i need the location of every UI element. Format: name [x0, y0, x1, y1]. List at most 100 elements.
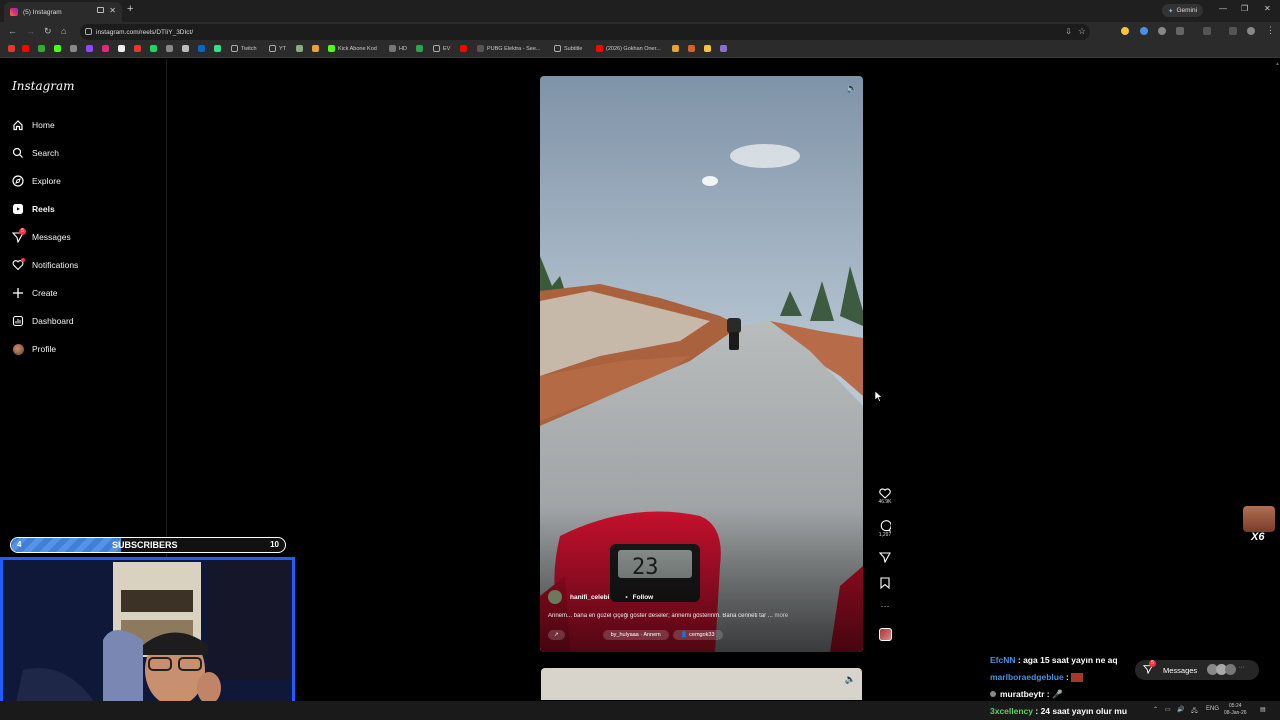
audio-track[interactable]: by_hulyaaa · Annem: [602, 630, 669, 640]
bookmark-gokhan[interactable]: (2026) Gokhan Oner...: [596, 45, 661, 52]
messages-pill[interactable]: 5 Messages ···: [1135, 660, 1259, 680]
network-icon[interactable]: 🖧: [1191, 706, 1198, 716]
x-bookmark-icon[interactable]: [118, 45, 128, 52]
tray-chevron-icon[interactable]: ⌃: [1153, 706, 1158, 713]
nav-search[interactable]: Search: [12, 145, 59, 161]
bookmark-icon[interactable]: [296, 45, 306, 52]
bookmark-icon[interactable]: [688, 45, 698, 52]
language-indicator[interactable]: ENG: [1206, 706, 1219, 712]
downloads-icon[interactable]: [1229, 27, 1237, 35]
speaker-icon[interactable]: 🔈: [846, 83, 857, 94]
extension-icon[interactable]: [1121, 27, 1129, 35]
next-reel-preview[interactable]: 🔈: [541, 668, 862, 700]
bookmark-hd[interactable]: HD: [389, 45, 407, 52]
reload-icon[interactable]: ↻: [44, 26, 52, 37]
profile-avatar-icon[interactable]: [1247, 27, 1255, 35]
bookmark-yt[interactable]: YT: [269, 45, 286, 52]
bookmarks-bar: Twitch YT Kick Abone Kod HD EV PUBG Elek…: [0, 42, 1280, 58]
bookmark-icon[interactable]: [70, 45, 80, 52]
menu-icon[interactable]: ⋮: [1266, 25, 1275, 36]
like-action[interactable]: 46.9K: [876, 488, 894, 505]
minimize-icon[interactable]: —: [1219, 4, 1227, 13]
site-info-icon[interactable]: [85, 28, 92, 35]
tab-audio-icon[interactable]: [97, 7, 104, 13]
clock[interactable]: 05:24 08-Jan-26: [1224, 703, 1247, 717]
audio-pill[interactable]: ↗: [548, 630, 565, 640]
notification-center-icon[interactable]: ▤: [1260, 706, 1266, 713]
chat-message: marlboraedgeblue :: [990, 672, 1084, 683]
bookmark-icon[interactable]: [416, 45, 426, 52]
extension-icon[interactable]: [1158, 27, 1166, 35]
bookmark-star-icon[interactable]: ☆: [1078, 26, 1086, 37]
nav-notifications[interactable]: Notifications: [12, 257, 78, 273]
instagram-bookmark-icon[interactable]: [102, 45, 112, 52]
forward-icon[interactable]: →: [26, 26, 35, 36]
bookmark-icon[interactable]: [8, 45, 18, 52]
scrollbar-up[interactable]: ▲: [1275, 61, 1280, 69]
nav-reels[interactable]: Reels: [12, 201, 55, 217]
extension-icon[interactable]: [1140, 27, 1148, 35]
bookmark-ev[interactable]: EV: [433, 45, 450, 52]
share-action[interactable]: [876, 552, 894, 563]
sidebar-icon[interactable]: [1203, 27, 1211, 35]
bookmark-icon[interactable]: [312, 45, 322, 52]
author-username[interactable]: hanifi_celebi: [570, 594, 609, 601]
follow-button[interactable]: Follow: [633, 594, 654, 601]
gemini-label: Gemini: [1176, 7, 1198, 14]
more-options-icon[interactable]: ···: [876, 601, 894, 611]
nav-profile[interactable]: Profile: [12, 341, 56, 357]
bookmark-twitch[interactable]: Twitch: [231, 45, 257, 52]
android-bookmark-icon[interactable]: [214, 45, 224, 52]
chat-message: 3xcellency : 24 saat yayın olur mu: [990, 706, 1128, 716]
install-icon[interactable]: ⇩: [1065, 27, 1072, 36]
comment-action[interactable]: 1,297: [876, 520, 894, 538]
tagged-user-pill[interactable]: 👤 cemgok33: [672, 630, 723, 640]
comment-icon: [880, 520, 891, 532]
save-action[interactable]: [876, 577, 894, 589]
linkedin-bookmark-icon[interactable]: [198, 45, 208, 52]
audio-thumbnail[interactable]: [876, 628, 894, 641]
url-bar[interactable]: instagram.com/reels/DTIiY_3DIct/ ⇩ ☆: [80, 24, 1090, 40]
messages-badge: 5: [19, 228, 26, 235]
bookmark-icon[interactable]: [720, 45, 730, 52]
instagram-logo[interactable]: Instagram: [12, 79, 75, 93]
avatar-icon: [12, 343, 24, 355]
gemini-button[interactable]: ✦ Gemini: [1162, 4, 1204, 17]
bookmark-icon[interactable]: [460, 45, 470, 52]
nav-home[interactable]: Home: [12, 117, 55, 133]
bookmark-icon[interactable]: [86, 45, 96, 52]
bookmark-icon[interactable]: [704, 45, 714, 52]
back-icon[interactable]: ←: [8, 26, 17, 36]
bookmark-icon[interactable]: [22, 45, 32, 52]
extensions-puzzle-icon[interactable]: [1176, 27, 1184, 35]
bookmark-pubg[interactable]: PUBG Elektra - See...: [477, 45, 541, 52]
bookmark-icon[interactable]: [166, 45, 176, 52]
clock-date: 08-Jan-26: [1224, 710, 1247, 716]
close-tab-icon[interactable]: ✕: [109, 6, 116, 15]
tumblr-bookmark-icon[interactable]: [134, 45, 144, 52]
author-avatar[interactable]: [548, 590, 562, 604]
reel-video[interactable]: 23 🔈 hanifi_celebi • Follow Annem... ban…: [540, 76, 863, 652]
bookmark-kick[interactable]: Kick Abone Kod: [328, 45, 377, 52]
nav-dashboard[interactable]: Dashboard: [12, 313, 74, 329]
bookmark-subtitle[interactable]: Subtitle: [554, 45, 582, 52]
bookmark-icon[interactable]: [672, 45, 682, 52]
nav-create[interactable]: Create: [12, 285, 58, 301]
restore-icon[interactable]: ❐: [1241, 4, 1248, 13]
new-tab-button[interactable]: +: [127, 3, 133, 15]
home-browser-icon[interactable]: ⌂: [61, 26, 66, 36]
nav-explore[interactable]: Explore: [12, 173, 61, 189]
bookmark-icon[interactable]: [54, 45, 64, 52]
browser-tab[interactable]: (5) Instagram ✕: [4, 2, 122, 22]
more-link[interactable]: more: [774, 613, 788, 619]
speaker-icon[interactable]: 🔈: [845, 674, 856, 685]
globe-bookmark-icon[interactable]: [182, 45, 192, 52]
nav-label: Messages: [32, 232, 71, 242]
whatsapp-bookmark-icon[interactable]: [150, 45, 160, 52]
nav-messages[interactable]: 5 Messages: [12, 228, 71, 245]
volume-icon[interactable]: 🔊: [1177, 706, 1184, 713]
bookmark-icon[interactable]: [38, 45, 48, 52]
tray-app-icon[interactable]: ▭: [1165, 706, 1171, 713]
close-window-icon[interactable]: ✕: [1264, 4, 1271, 13]
chat-user: marlboraedgeblue: [990, 672, 1064, 682]
